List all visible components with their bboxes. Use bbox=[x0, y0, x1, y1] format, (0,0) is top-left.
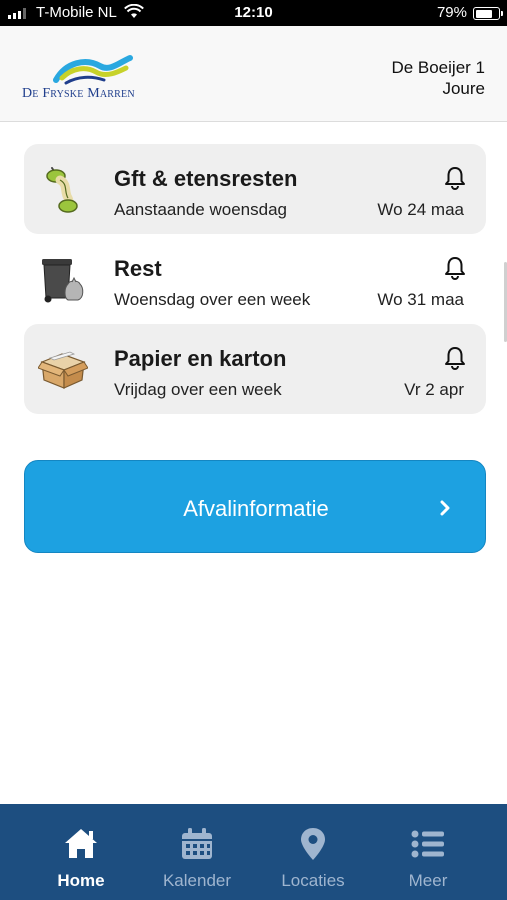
collection-card-gft[interactable]: Gft & etensresten Aanstaande woensdag Wo… bbox=[24, 144, 486, 234]
address-city: Joure bbox=[442, 79, 485, 98]
home-icon bbox=[65, 829, 97, 858]
logo-text: De Fryske Marren bbox=[22, 86, 135, 101]
chevron-right-icon bbox=[440, 500, 450, 516]
app-header: De Fryske Marren De Boeijer 1 Joure bbox=[0, 26, 507, 122]
logo-waves-icon bbox=[53, 55, 133, 85]
collection-when: Vrijdag over een week bbox=[114, 380, 282, 399]
tab-kalender[interactable]: Kalender bbox=[139, 804, 255, 900]
cardboard-box-icon bbox=[38, 351, 88, 389]
tab-meer[interactable]: Meer bbox=[370, 804, 486, 900]
bell-icon[interactable] bbox=[444, 166, 466, 190]
collection-title: Papier en karton bbox=[114, 346, 287, 371]
tab-locaties[interactable]: Locaties bbox=[255, 804, 371, 900]
clock: 12:10 bbox=[234, 4, 273, 21]
location-pin-icon bbox=[301, 828, 325, 860]
list-icon bbox=[411, 830, 444, 858]
collection-when: Aanstaande woensdag bbox=[114, 200, 287, 219]
calendar-icon bbox=[182, 828, 212, 859]
address-street: De Boeijer 1 bbox=[391, 58, 485, 77]
battery-percentage: 79% bbox=[436, 4, 467, 21]
address[interactable]: De Boeijer 1 Joure bbox=[391, 57, 485, 99]
status-bar: T-Mobile NL 12:10 79% bbox=[0, 0, 507, 26]
bell-icon[interactable] bbox=[444, 256, 466, 280]
collection-date: Wo 31 maa bbox=[377, 290, 464, 309]
bell-icon[interactable] bbox=[444, 346, 466, 370]
collection-when: Woensdag over een week bbox=[114, 290, 311, 309]
battery-icon bbox=[473, 7, 503, 20]
collection-title: Rest bbox=[114, 256, 162, 281]
waste-info-label: Afvalinformatie bbox=[183, 496, 329, 521]
tab-label: Locaties bbox=[281, 871, 345, 890]
collection-card-paper[interactable]: Papier en karton Vrijdag over een week V… bbox=[24, 324, 486, 414]
collection-date: Wo 24 maa bbox=[377, 200, 464, 219]
collection-card-rest[interactable]: Rest Woensdag over een week Wo 31 maa bbox=[24, 234, 486, 324]
tab-label: Home bbox=[57, 871, 105, 890]
bottom-tab-bar: Home Kalender Locaties Meer bbox=[0, 804, 507, 900]
collection-date: Vr 2 apr bbox=[404, 380, 464, 399]
tab-label: Meer bbox=[408, 871, 448, 890]
waste-info-button[interactable]: Afvalinformatie bbox=[24, 460, 486, 553]
tab-home[interactable]: Home bbox=[23, 804, 139, 900]
municipality-logo[interactable]: De Fryske Marren bbox=[22, 50, 148, 106]
waste-bin-icon bbox=[42, 259, 84, 303]
apple-core-icon bbox=[46, 167, 78, 213]
tab-label: Kalender bbox=[162, 871, 232, 890]
collection-title: Gft & etensresten bbox=[114, 166, 298, 191]
